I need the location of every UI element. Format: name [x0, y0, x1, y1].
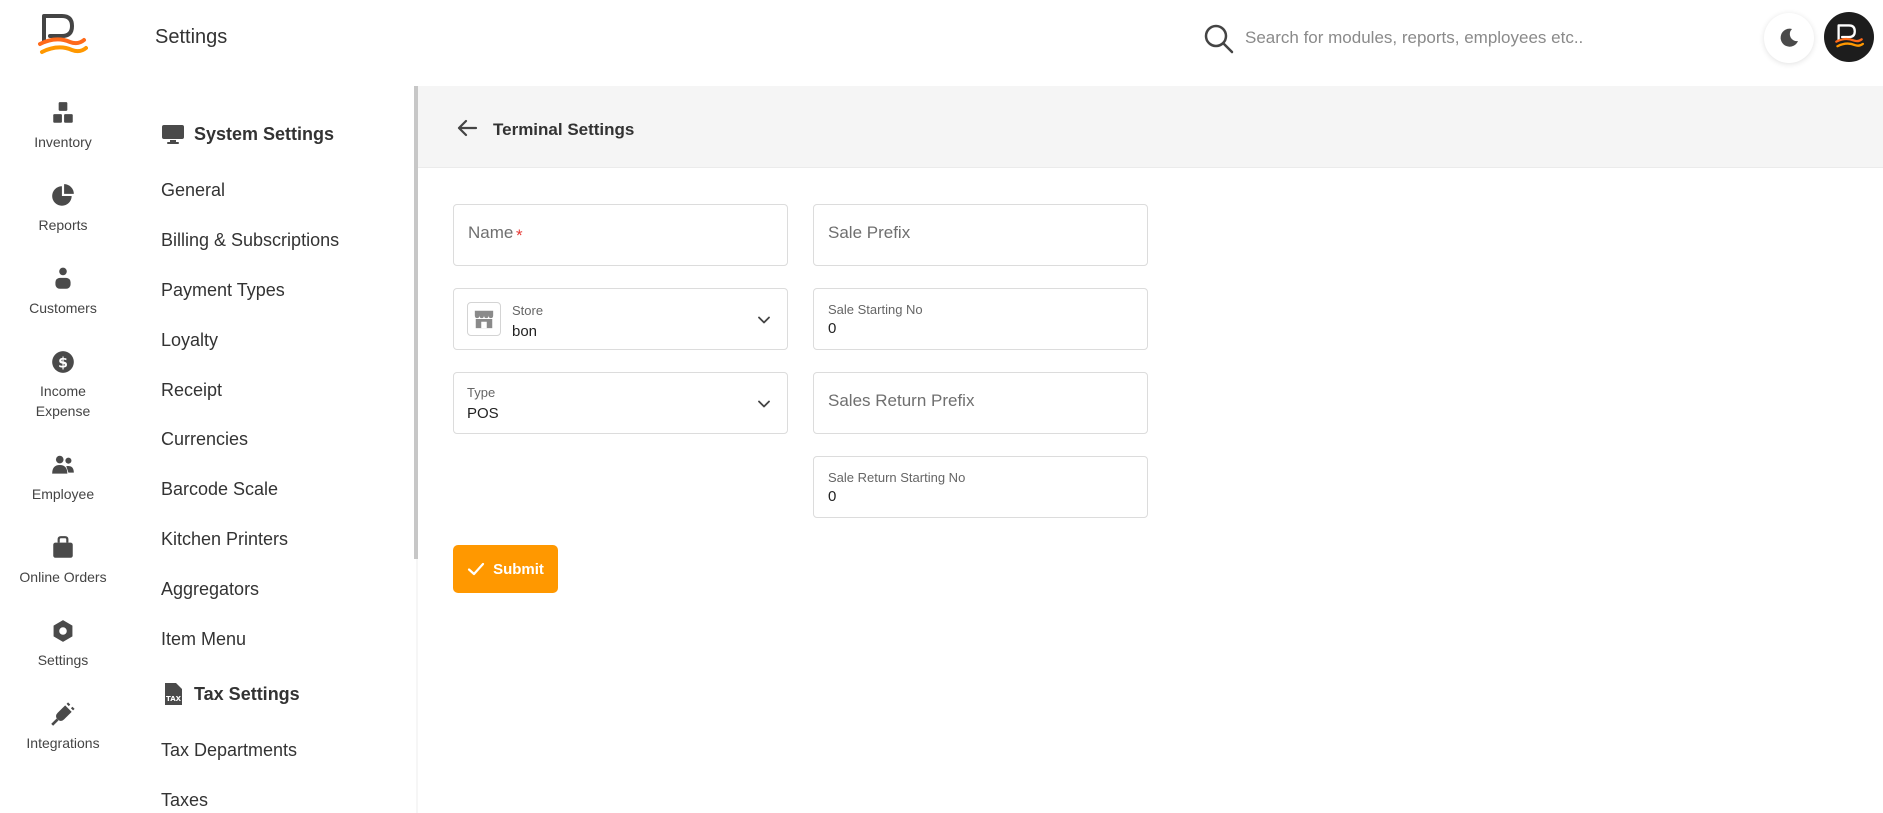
app-logo[interactable]: [36, 12, 88, 60]
required-marker: *: [516, 226, 523, 245]
rail-item-integrations[interactable]: Integrations: [0, 701, 126, 753]
rail-label: Customers: [29, 300, 97, 316]
nav-item-billing[interactable]: Billing & Subscriptions: [161, 230, 339, 251]
nav-item-receipt[interactable]: Receipt: [161, 380, 222, 401]
nav-item-kitchen-printers[interactable]: Kitchen Printers: [161, 529, 288, 550]
pie-chart-icon: [52, 184, 74, 206]
sale-starting-no-label: Sale Starting No: [828, 302, 923, 317]
nav-item-taxes[interactable]: Taxes: [161, 790, 208, 811]
svg-text:TAX: TAX: [166, 695, 182, 703]
store-icon-box: [467, 302, 501, 336]
rail-label: Integrations: [26, 735, 100, 751]
chevron-down-icon: [758, 400, 770, 408]
content-header: Terminal Settings: [418, 86, 1883, 168]
rail-label: Employee: [31, 486, 95, 502]
rail-item-settings[interactable]: Settings: [0, 618, 126, 670]
sales-return-prefix-input[interactable]: [828, 391, 1128, 411]
rail-item-income-expense[interactable]: $ Income Expense: [0, 349, 126, 421]
terminal-settings-panel: Terminal Settings * Store bon Sale Start…: [418, 86, 1883, 813]
rail-item-online-orders[interactable]: Online Orders: [0, 535, 126, 587]
sales-return-prefix-field[interactable]: [813, 372, 1148, 434]
check-icon: [467, 562, 485, 576]
system-settings-heading: System Settings: [161, 122, 334, 146]
rail-label: Reports: [38, 217, 88, 233]
nav-item-tax-departments[interactable]: Tax Departments: [161, 740, 297, 761]
nav-item-currencies[interactable]: Currencies: [161, 429, 248, 450]
rail-label: Income: [40, 383, 86, 399]
svg-text:$: $: [58, 355, 68, 371]
type-select[interactable]: Type POS: [453, 372, 788, 434]
sale-starting-no-input[interactable]: [828, 320, 1108, 337]
chevron-down-icon: [758, 316, 770, 324]
submit-label: Submit: [493, 560, 544, 578]
rail-label: Settings: [37, 652, 89, 668]
boxes-icon: [53, 102, 73, 123]
nav-item-barcode-scale[interactable]: Barcode Scale: [161, 479, 278, 500]
search-icon[interactable]: [1203, 23, 1235, 55]
store-label: Store: [512, 303, 544, 318]
submit-button[interactable]: Submit: [453, 545, 558, 593]
name-input[interactable]: [468, 223, 768, 243]
theme-toggle-button[interactable]: [1764, 13, 1814, 63]
store-icon: [474, 310, 494, 329]
type-value: POS: [467, 405, 499, 422]
type-label: Type: [467, 385, 496, 400]
name-field[interactable]: *: [453, 204, 788, 266]
avatar[interactable]: [1824, 12, 1874, 62]
section-title: System Settings: [194, 123, 335, 144]
rail-label: Expense: [35, 403, 91, 419]
content-title: Terminal Settings: [493, 120, 635, 139]
global-search-input[interactable]: [1245, 22, 1605, 54]
rail-item-inventory[interactable]: Inventory: [0, 100, 126, 152]
bag-icon: [53, 536, 73, 558]
plug-icon: [51, 702, 75, 726]
settings-nav: System Settings General Billing & Subscr…: [126, 86, 416, 813]
sale-prefix-input[interactable]: [828, 223, 1128, 243]
nav-item-loyalty[interactable]: Loyalty: [161, 330, 218, 351]
tax-settings-heading: TAX Tax Settings: [161, 682, 300, 706]
dollar-icon: $: [52, 351, 74, 373]
brand-logo-icon: [1835, 24, 1864, 48]
nav-item-payment-types[interactable]: Payment Types: [161, 280, 285, 301]
section-title: Tax Settings: [194, 683, 300, 704]
employee-icon: [52, 455, 74, 474]
customers-icon: [55, 267, 71, 289]
sale-return-starting-no-label: Sale Return Starting No: [828, 470, 966, 485]
sale-return-starting-no-input[interactable]: [828, 488, 1108, 505]
rail-label: Online Orders: [19, 569, 107, 585]
nav-item-aggregators[interactable]: Aggregators: [161, 579, 259, 600]
nav-item-general[interactable]: General: [161, 180, 225, 201]
store-value: bon: [512, 323, 538, 340]
monitor-icon: [162, 125, 184, 144]
back-arrow-icon[interactable]: [456, 117, 478, 139]
page-title: Settings: [155, 26, 228, 48]
store-select[interactable]: Store bon: [453, 288, 788, 350]
rail-item-customers[interactable]: Customers: [0, 266, 126, 318]
tax-document-icon: TAX: [165, 683, 182, 705]
sale-return-starting-no-field[interactable]: Sale Return Starting No: [813, 456, 1148, 518]
sale-starting-no-field[interactable]: Sale Starting No: [813, 288, 1148, 350]
rail-item-employee[interactable]: Employee: [0, 452, 126, 504]
rail-item-reports[interactable]: Reports: [0, 183, 126, 235]
rail-label: Inventory: [34, 134, 92, 150]
gear-icon: [53, 620, 73, 642]
main-nav-rail: Inventory Reports Customers $ Income Exp…: [0, 0, 126, 813]
sale-prefix-field[interactable]: [813, 204, 1148, 266]
moon-icon: [1780, 28, 1798, 47]
nav-item-item-menu[interactable]: Item Menu: [161, 629, 246, 650]
top-bar: Settings: [126, 0, 1883, 86]
